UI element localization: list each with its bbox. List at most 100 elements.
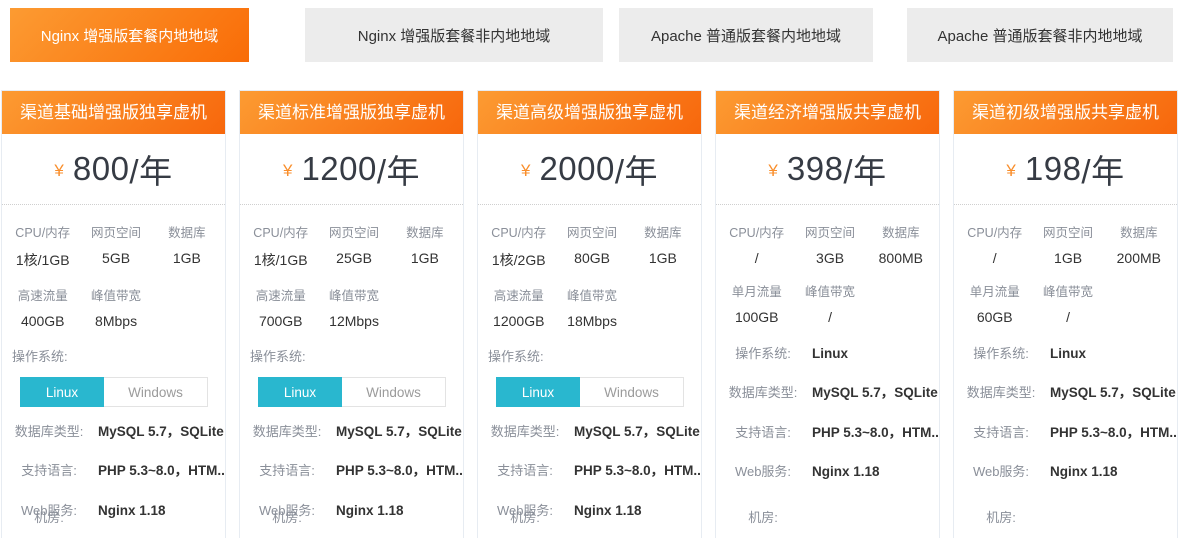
spec-value: 400GB bbox=[8, 313, 77, 329]
spec-web-space: 网页空间 3GB bbox=[791, 222, 868, 266]
detail-value: PHP 5.3~8.0，HTM... bbox=[1050, 423, 1178, 443]
spec-web-space: 网页空间 25GB bbox=[315, 222, 392, 270]
spec-traffic: 单月流量 100GB bbox=[722, 281, 791, 325]
plan-title: 渠道初级增强版共享虚机 bbox=[954, 91, 1177, 134]
detail-value: Nginx 1.18 bbox=[1050, 462, 1118, 482]
detail-label: 支持语言: bbox=[964, 423, 1038, 443]
spec-value: 200MB bbox=[1107, 250, 1171, 266]
spec-value: 12Mbps bbox=[315, 313, 392, 329]
currency-symbol: ¥ bbox=[54, 161, 63, 181]
spec-label: CPU/内存 bbox=[722, 222, 791, 241]
detail-label: 数据库类型: bbox=[12, 422, 86, 442]
price-unit: /年 bbox=[843, 145, 886, 193]
spec-cpu-memory: CPU/内存 / bbox=[960, 222, 1029, 266]
detail-label: 机房: bbox=[726, 508, 800, 528]
detail-label: 机房: bbox=[250, 508, 324, 528]
spec-label: 数据库 bbox=[869, 222, 933, 241]
spec-label: 数据库 bbox=[393, 222, 457, 241]
os-toggle: Linux Windows bbox=[20, 377, 208, 407]
detail-languages: 支持语言: PHP 5.3~8.0，HTM... bbox=[250, 461, 457, 481]
spec-database: 数据库 1GB bbox=[631, 222, 695, 270]
detail-value: MySQL 5.7，SQLite bbox=[336, 422, 462, 442]
spec-label: 峰值带宽 bbox=[315, 285, 392, 304]
linux-button[interactable]: Linux bbox=[20, 377, 104, 407]
tab-nginx-enhanced-mainland[interactable]: Nginx 增强版套餐内地地域 bbox=[10, 8, 249, 62]
spec-label: 网页空间 bbox=[791, 222, 868, 241]
detail-value: Nginx 1.18 bbox=[812, 462, 880, 482]
os-label: 操作系统: bbox=[250, 346, 463, 365]
spec-label: 网页空间 bbox=[77, 222, 154, 241]
detail-db-type: 数据库类型: MySQL 5.7，SQLite bbox=[726, 383, 933, 403]
spec-label: 高速流量 bbox=[246, 285, 315, 304]
detail-db-type: 数据库类型: MySQL 5.7，SQLite bbox=[488, 422, 695, 442]
detail-os: 操作系统: Linux bbox=[964, 344, 1171, 364]
plan-price: ¥ 800 /年 bbox=[2, 134, 225, 205]
detail-label: 数据库类型: bbox=[250, 422, 324, 442]
spec-database: 数据库 1GB bbox=[155, 222, 219, 270]
windows-button[interactable]: Windows bbox=[104, 377, 208, 407]
spec-web-space: 网页空间 5GB bbox=[77, 222, 154, 270]
windows-button[interactable]: Windows bbox=[342, 377, 446, 407]
detail-datacenter: 机房: bbox=[726, 508, 933, 528]
spec-bandwidth: 峰值带宽 8Mbps bbox=[77, 285, 154, 329]
detail-label: 机房: bbox=[964, 508, 1038, 528]
detail-label: Web服务: bbox=[726, 462, 800, 482]
spec-database: 数据库 1GB bbox=[393, 222, 457, 270]
price-unit: /年 bbox=[615, 145, 658, 193]
windows-button[interactable]: Windows bbox=[580, 377, 684, 407]
detail-label: 操作系统: bbox=[726, 344, 800, 364]
detail-label: Web服务: bbox=[964, 462, 1038, 482]
detail-value: PHP 5.3~8.0，HTM... bbox=[812, 423, 940, 443]
detail-label: 支持语言: bbox=[12, 461, 86, 481]
spec-value: 1GB bbox=[155, 250, 219, 266]
detail-os: 操作系统: Linux bbox=[726, 344, 933, 364]
spec-traffic: 高速流量 1200GB bbox=[484, 285, 553, 329]
spec-label: 数据库 bbox=[155, 222, 219, 241]
spec-value: / bbox=[791, 309, 868, 325]
spec-label: 数据库 bbox=[1107, 222, 1171, 241]
spec-bandwidth: 峰值带宽 / bbox=[791, 281, 868, 325]
detail-label: 支持语言: bbox=[726, 423, 800, 443]
spec-web-space: 网页空间 80GB bbox=[553, 222, 630, 270]
detail-label: 操作系统: bbox=[964, 344, 1038, 364]
spec-label: 高速流量 bbox=[484, 285, 553, 304]
plan-title: 渠道经济增强版共享虚机 bbox=[716, 91, 939, 134]
spec-label: 峰值带宽 bbox=[77, 285, 154, 304]
plan-price: ¥ 398 /年 bbox=[716, 134, 939, 205]
linux-button[interactable]: Linux bbox=[258, 377, 342, 407]
spec-value: 1200GB bbox=[484, 313, 553, 329]
spec-value: 5GB bbox=[77, 250, 154, 266]
detail-value: PHP 5.3~8.0，HTM... bbox=[336, 461, 464, 481]
detail-value: MySQL 5.7，SQLite bbox=[1050, 383, 1176, 403]
tab-apache-standard-non-mainland[interactable]: Apache 普通版套餐非内地地域 bbox=[907, 8, 1173, 62]
plan-card-advanced: 渠道高级增强版独享虚机 ¥ 2000 /年 CPU/内存 1核/2GB 网页空间… bbox=[477, 90, 702, 538]
spec-value: 25GB bbox=[315, 250, 392, 266]
spec-label: 单月流量 bbox=[722, 281, 791, 300]
spec-label: 网页空间 bbox=[553, 222, 630, 241]
spec-cpu-memory: CPU/内存 1核/1GB bbox=[246, 222, 315, 270]
plan-card-entry: 渠道初级增强版共享虚机 ¥ 198 /年 CPU/内存 / 网页空间 1GB 数… bbox=[953, 90, 1178, 538]
detail-languages: 支持语言: PHP 5.3~8.0，HTM... bbox=[488, 461, 695, 481]
plan-card-economy: 渠道经济增强版共享虚机 ¥ 398 /年 CPU/内存 / 网页空间 3GB 数… bbox=[715, 90, 940, 538]
detail-label: 机房: bbox=[488, 508, 562, 528]
price-amount: 2000 bbox=[539, 150, 614, 188]
detail-datacenter: 机房: bbox=[964, 508, 1171, 528]
detail-value: MySQL 5.7，SQLite bbox=[812, 383, 938, 403]
plan-price: ¥ 1200 /年 bbox=[240, 134, 463, 205]
spec-label: 网页空间 bbox=[315, 222, 392, 241]
detail-value: MySQL 5.7，SQLite bbox=[98, 422, 224, 442]
spec-value: / bbox=[1029, 309, 1106, 325]
detail-value: PHP 5.3~8.0，HTM... bbox=[574, 461, 702, 481]
spec-value: 1GB bbox=[631, 250, 695, 266]
detail-label: 数据库类型: bbox=[964, 383, 1038, 403]
specs-grid: CPU/内存 / 网页空间 1GB 数据库 200MB 单月流量 60GB 峰值… bbox=[954, 205, 1177, 325]
tab-nginx-enhanced-non-mainland[interactable]: Nginx 增强版套餐非内地地域 bbox=[305, 8, 603, 62]
detail-value: Nginx 1.18 bbox=[336, 501, 404, 521]
tab-apache-standard-mainland[interactable]: Apache 普通版套餐内地地域 bbox=[619, 8, 873, 62]
spec-value: 60GB bbox=[960, 309, 1029, 325]
spec-database: 数据库 800MB bbox=[869, 222, 933, 266]
plan-cards-grid: 渠道基础增强版独享虚机 ¥ 800 /年 CPU/内存 1核/1GB 网页空间 … bbox=[1, 90, 1178, 538]
specs-grid: CPU/内存 1核/1GB 网页空间 25GB 数据库 1GB 高速流量 700… bbox=[240, 205, 463, 329]
plan-price: ¥ 198 /年 bbox=[954, 134, 1177, 205]
linux-button[interactable]: Linux bbox=[496, 377, 580, 407]
